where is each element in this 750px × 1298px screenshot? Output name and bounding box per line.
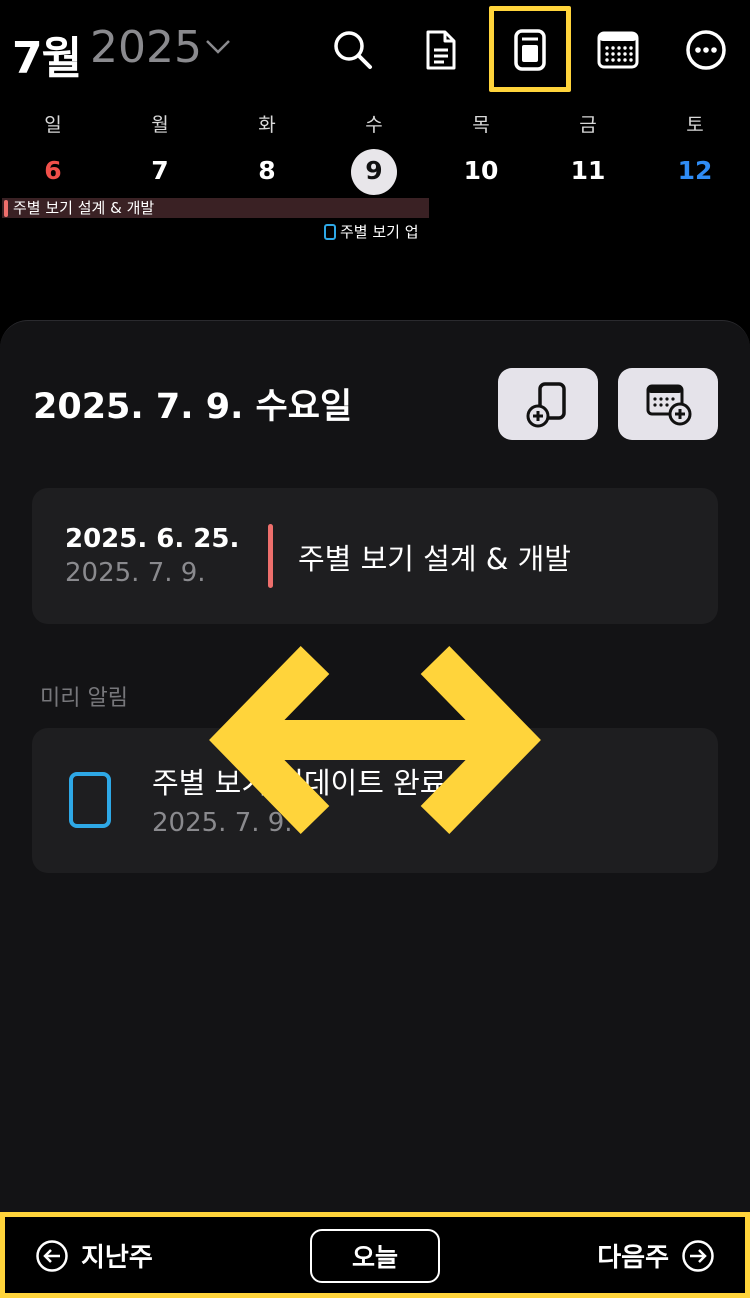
todo-checkbox-icon xyxy=(324,224,336,240)
year-label[interactable]: 2025 xyxy=(90,22,202,73)
event-color-mark xyxy=(4,200,8,217)
search-icon xyxy=(334,31,372,69)
header: 7월 2025 xyxy=(0,0,750,100)
more-icon xyxy=(686,30,726,70)
weekday-label: 목 xyxy=(472,114,490,136)
weekday-label: 금 xyxy=(579,114,597,136)
arrow-right-circle-icon xyxy=(682,1239,714,1272)
add-reminder-button[interactable] xyxy=(498,368,598,440)
date-cell[interactable]: 6 xyxy=(23,148,83,194)
date-cell-today[interactable]: 9 xyxy=(344,148,404,194)
event-end-date: 2025. 7. 9. xyxy=(65,558,206,588)
add-event-button[interactable] xyxy=(618,368,718,440)
search-button[interactable] xyxy=(323,20,383,80)
arrow-left-circle-icon xyxy=(36,1239,68,1272)
weekday-label: 수 xyxy=(365,114,383,136)
next-week-label: 다음주 xyxy=(597,1243,669,1273)
document-icon xyxy=(426,30,456,70)
reminder-section-label: 미리 알림 xyxy=(40,686,128,711)
date-cell[interactable]: 10 xyxy=(451,148,511,194)
weekday-label: 화 xyxy=(258,114,276,136)
date-row: 6 7 8 9 10 11 12 xyxy=(0,148,750,194)
weekday-row: 일 월 화 수 목 금 토 xyxy=(0,110,750,140)
month-view-button[interactable] xyxy=(588,20,648,80)
date-cell[interactable]: 8 xyxy=(237,148,297,194)
weekday-label: 일 xyxy=(44,114,62,136)
week-todo-item[interactable]: 주별 보기 업 xyxy=(324,222,419,242)
date-cell[interactable]: 12 xyxy=(665,148,725,194)
document-button[interactable] xyxy=(411,20,471,80)
bottom-nav-bar: 지난주 오늘 다음주 xyxy=(0,1212,750,1298)
chevron-down-icon[interactable] xyxy=(205,38,231,56)
swipe-arrow-icon xyxy=(209,646,541,834)
date-cell-label: 9 xyxy=(365,156,383,185)
reminder-checkbox[interactable] xyxy=(69,772,111,828)
event-start-date: 2025. 6. 25. xyxy=(65,524,240,554)
next-week-button[interactable]: 다음주 xyxy=(597,1237,715,1274)
previous-week-label: 지난주 xyxy=(81,1243,153,1273)
weekday-label: 월 xyxy=(151,114,169,136)
event-card[interactable]: 2025. 6. 25. 2025. 7. 9. 주별 보기 설계 & 개발 xyxy=(32,488,718,624)
date-cell[interactable]: 7 xyxy=(130,148,190,194)
sheet-date-title: 2025. 7. 9. 수요일 xyxy=(33,387,353,427)
highlight-frame xyxy=(489,6,571,92)
date-cell[interactable]: 11 xyxy=(558,148,618,194)
week-event-title: 주별 보기 설계 & 개발 xyxy=(13,199,155,217)
today-button[interactable]: 오늘 xyxy=(310,1229,440,1283)
event-title: 주별 보기 설계 & 개발 xyxy=(298,542,571,576)
more-button[interactable] xyxy=(676,20,736,80)
event-color-bar xyxy=(268,524,273,588)
weekday-label: 토 xyxy=(686,114,704,136)
week-todo-title: 주별 보기 업 xyxy=(340,223,419,241)
add-calendar-icon xyxy=(646,384,692,426)
month-label[interactable]: 7월 xyxy=(12,22,82,86)
month-calendar-icon xyxy=(597,31,639,69)
previous-week-button[interactable]: 지난주 xyxy=(35,1237,153,1274)
add-todo-icon xyxy=(526,382,566,428)
